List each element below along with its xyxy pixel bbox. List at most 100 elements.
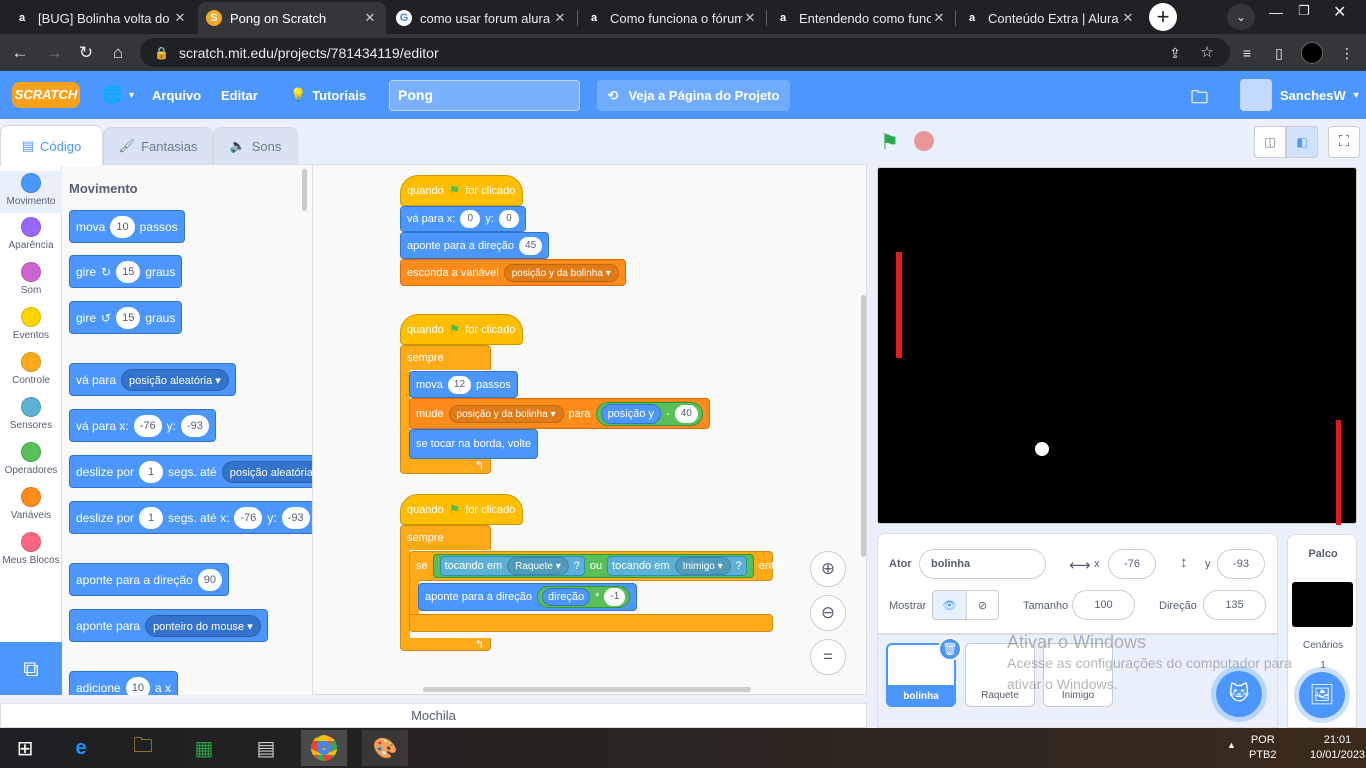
block-if-then[interactable]: se tocando em Raquete ▾? ou tocando em Ini… (409, 551, 786, 581)
block-dropdown[interactable]: posição y da bolinha ▾ (448, 404, 564, 423)
horizontal-scrollbar[interactable] (423, 687, 751, 692)
browser-tab[interactable]: a Como funciona o fórum ✕ (578, 2, 766, 34)
new-tab-plus-icon[interactable]: + (1149, 3, 1177, 31)
bookmark-star-icon[interactable]: ☆ (1195, 41, 1219, 65)
backpack[interactable]: Mochila (0, 703, 867, 728)
category-operators[interactable]: Operadores (0, 442, 62, 476)
sprite-direction-input[interactable]: 135 (1203, 590, 1266, 620)
close-window-icon[interactable]: ✕ (1333, 2, 1346, 22)
block-point-direction[interactable]: aponte para a direção 45 (400, 232, 550, 259)
block-input[interactable]: 1 (139, 460, 164, 483)
sprite-size-input[interactable]: 100 (1072, 590, 1135, 620)
browser-tab[interactable]: a Entendendo como func ✕ (767, 2, 955, 34)
block-input[interactable]: 1 (139, 506, 164, 529)
menu-dots-icon[interactable]: ⋮ (1335, 41, 1359, 65)
block-input[interactable]: 0 (498, 210, 519, 228)
block-input[interactable]: 10 (110, 215, 135, 238)
block-turn-left[interactable]: gire ↺ 15 graus (69, 301, 183, 334)
block-input[interactable]: 0 (460, 210, 481, 228)
close-tab-icon[interactable]: ✕ (172, 10, 188, 26)
block-dropdown[interactable]: posição aleatória (221, 460, 312, 483)
minimize-icon[interactable]: — (1269, 4, 1283, 20)
hide-sprite-button[interactable]: ⊘ (966, 590, 999, 620)
block-point-towards[interactable]: aponte para ponteiro do mouse ▾ (69, 609, 268, 642)
share-icon[interactable]: ⇪ (1163, 41, 1187, 65)
chrome-icon[interactable] (301, 730, 347, 766)
block-or[interactable]: tocando em Raquete ▾? ou tocando em Inimig… (432, 554, 754, 578)
internet-explorer-icon[interactable]: e (58, 730, 104, 766)
browser-tab-active[interactable]: S Pong on Scratch ✕ (198, 2, 386, 34)
tab-costumes[interactable]: 🖌 Fantasias (103, 127, 213, 164)
block-go-to[interactable]: vá para posição aleatória ▾ (69, 363, 236, 396)
restore-icon[interactable]: ❐ (1298, 3, 1310, 19)
input-language[interactable]: POR PTB2 (1249, 733, 1277, 763)
stage-selector[interactable]: Palco Cenários 1 🖼 (1287, 534, 1357, 728)
block-dropdown[interactable]: posição aleatória ▾ (121, 368, 229, 391)
block-multiply[interactable]: direção * -1 (537, 586, 631, 608)
home-icon[interactable]: ⌂ (106, 41, 130, 65)
tab-code[interactable]: ▤ Código (0, 125, 103, 166)
category-sensing[interactable]: Sensores (0, 397, 62, 431)
reload-icon[interactable]: ↻ (74, 41, 98, 65)
block-turn-right[interactable]: gire ↻ 15 graus (69, 255, 183, 288)
sprite-y-input[interactable]: -93 (1217, 549, 1265, 579)
forward-icon[interactable]: → (42, 41, 66, 65)
block-input[interactable]: 45 (519, 236, 543, 255)
calculator-icon[interactable]: ▤ (243, 730, 289, 766)
category-variables[interactable]: Variáveis (0, 487, 62, 521)
close-tab-icon[interactable]: ✕ (742, 10, 758, 26)
block-go-to-xy[interactable]: vá para x: -76 y: -93 (69, 409, 216, 442)
my-stuff-folder-icon[interactable]: 🗀 (1191, 85, 1208, 114)
browser-tab[interactable]: a Conteúdo Extra | Alura ✕ (956, 2, 1144, 34)
menu-edit[interactable]: Editar (221, 71, 258, 119)
block-input[interactable]: -93 (281, 506, 310, 529)
category-my-blocks[interactable]: Meus Blocos (0, 532, 62, 566)
block-input[interactable]: -93 (180, 414, 209, 437)
fullscreen-button[interactable]: ⛶ (1328, 126, 1360, 158)
backdrop-thumbnail[interactable] (1292, 582, 1353, 627)
script-area[interactable]: quando ⚑ for clicado vá para x: 0 y: 0 aponte… (312, 164, 867, 695)
paint-icon[interactable]: 🎨 (362, 730, 408, 766)
green-flag-icon[interactable]: ⚑ (880, 130, 899, 155)
close-tab-icon[interactable]: ✕ (1120, 10, 1136, 26)
menu-tutorials[interactable]: 💡 Tutoriais (290, 71, 366, 119)
browser-tab[interactable]: a [BUG] Bolinha volta do ✕ (6, 2, 196, 34)
zoom-in-button[interactable]: ⊕ (810, 551, 846, 587)
category-events[interactable]: Eventos (0, 307, 62, 341)
tab-sounds[interactable]: 🔈 Sons (213, 127, 298, 164)
category-sound[interactable]: Som (0, 262, 62, 296)
block-input[interactable]: 12 (447, 375, 472, 394)
vertical-scrollbar[interactable] (861, 295, 866, 557)
delete-sprite-icon[interactable]: 🗑 (938, 637, 962, 661)
block-dropdown[interactable]: ponteiro do mouse ▾ (145, 614, 261, 637)
project-title-input[interactable]: Pong (389, 80, 580, 111)
clock[interactable]: 21:01 10/01/2023 (1310, 733, 1365, 763)
block-subtract[interactable]: posição y -40 (595, 401, 703, 426)
block-dropdown[interactable]: Inimigo ▾ (674, 557, 731, 575)
sprite-name-input[interactable]: bolinha (919, 549, 1046, 579)
tab-search-chevron-icon[interactable]: ⌄ (1227, 4, 1255, 30)
block-point-direction[interactable]: aponte para a direção direção * -1 (418, 583, 638, 611)
stage-canvas[interactable] (877, 167, 1357, 525)
block-touching[interactable]: tocando em Raquete ▾? (439, 556, 585, 576)
block-input[interactable]: 40 (674, 404, 698, 423)
palette-scrollbar[interactable] (302, 169, 307, 211)
language-globe-icon[interactable]: 🌐 ▼ (102, 71, 136, 119)
block-glide-to-xy[interactable]: deslize por 1 segs. até x: -76 y: -93 (69, 501, 312, 534)
block-when-flag-clicked[interactable]: quando ⚑ for clicado (400, 494, 523, 525)
block-glide-to[interactable]: deslize por 1 segs. até posição aleatória (69, 455, 312, 488)
zoom-reset-button[interactable]: = (810, 639, 846, 675)
block-set-variable[interactable]: mude posição y da bolinha ▾ para posição y… (409, 398, 710, 429)
block-move-steps[interactable]: mova 12 passos (409, 371, 518, 398)
block-input[interactable]: 15 (116, 260, 141, 283)
block-move-steps[interactable]: mova 10 passos (69, 210, 185, 243)
add-backdrop-button[interactable]: 🖼 (1299, 672, 1345, 718)
scratch-logo[interactable]: SCRATCH (12, 82, 80, 108)
category-control[interactable]: Controle (0, 352, 62, 386)
zoom-out-button[interactable]: ⊖ (810, 595, 846, 631)
stop-sign-icon[interactable] (914, 131, 934, 151)
block-input[interactable]: 90 (197, 568, 223, 591)
block-forever[interactable]: sempre (400, 345, 491, 370)
block-input[interactable]: 10 (125, 676, 150, 695)
windows-start-icon[interactable]: ⊞ (2, 730, 48, 766)
